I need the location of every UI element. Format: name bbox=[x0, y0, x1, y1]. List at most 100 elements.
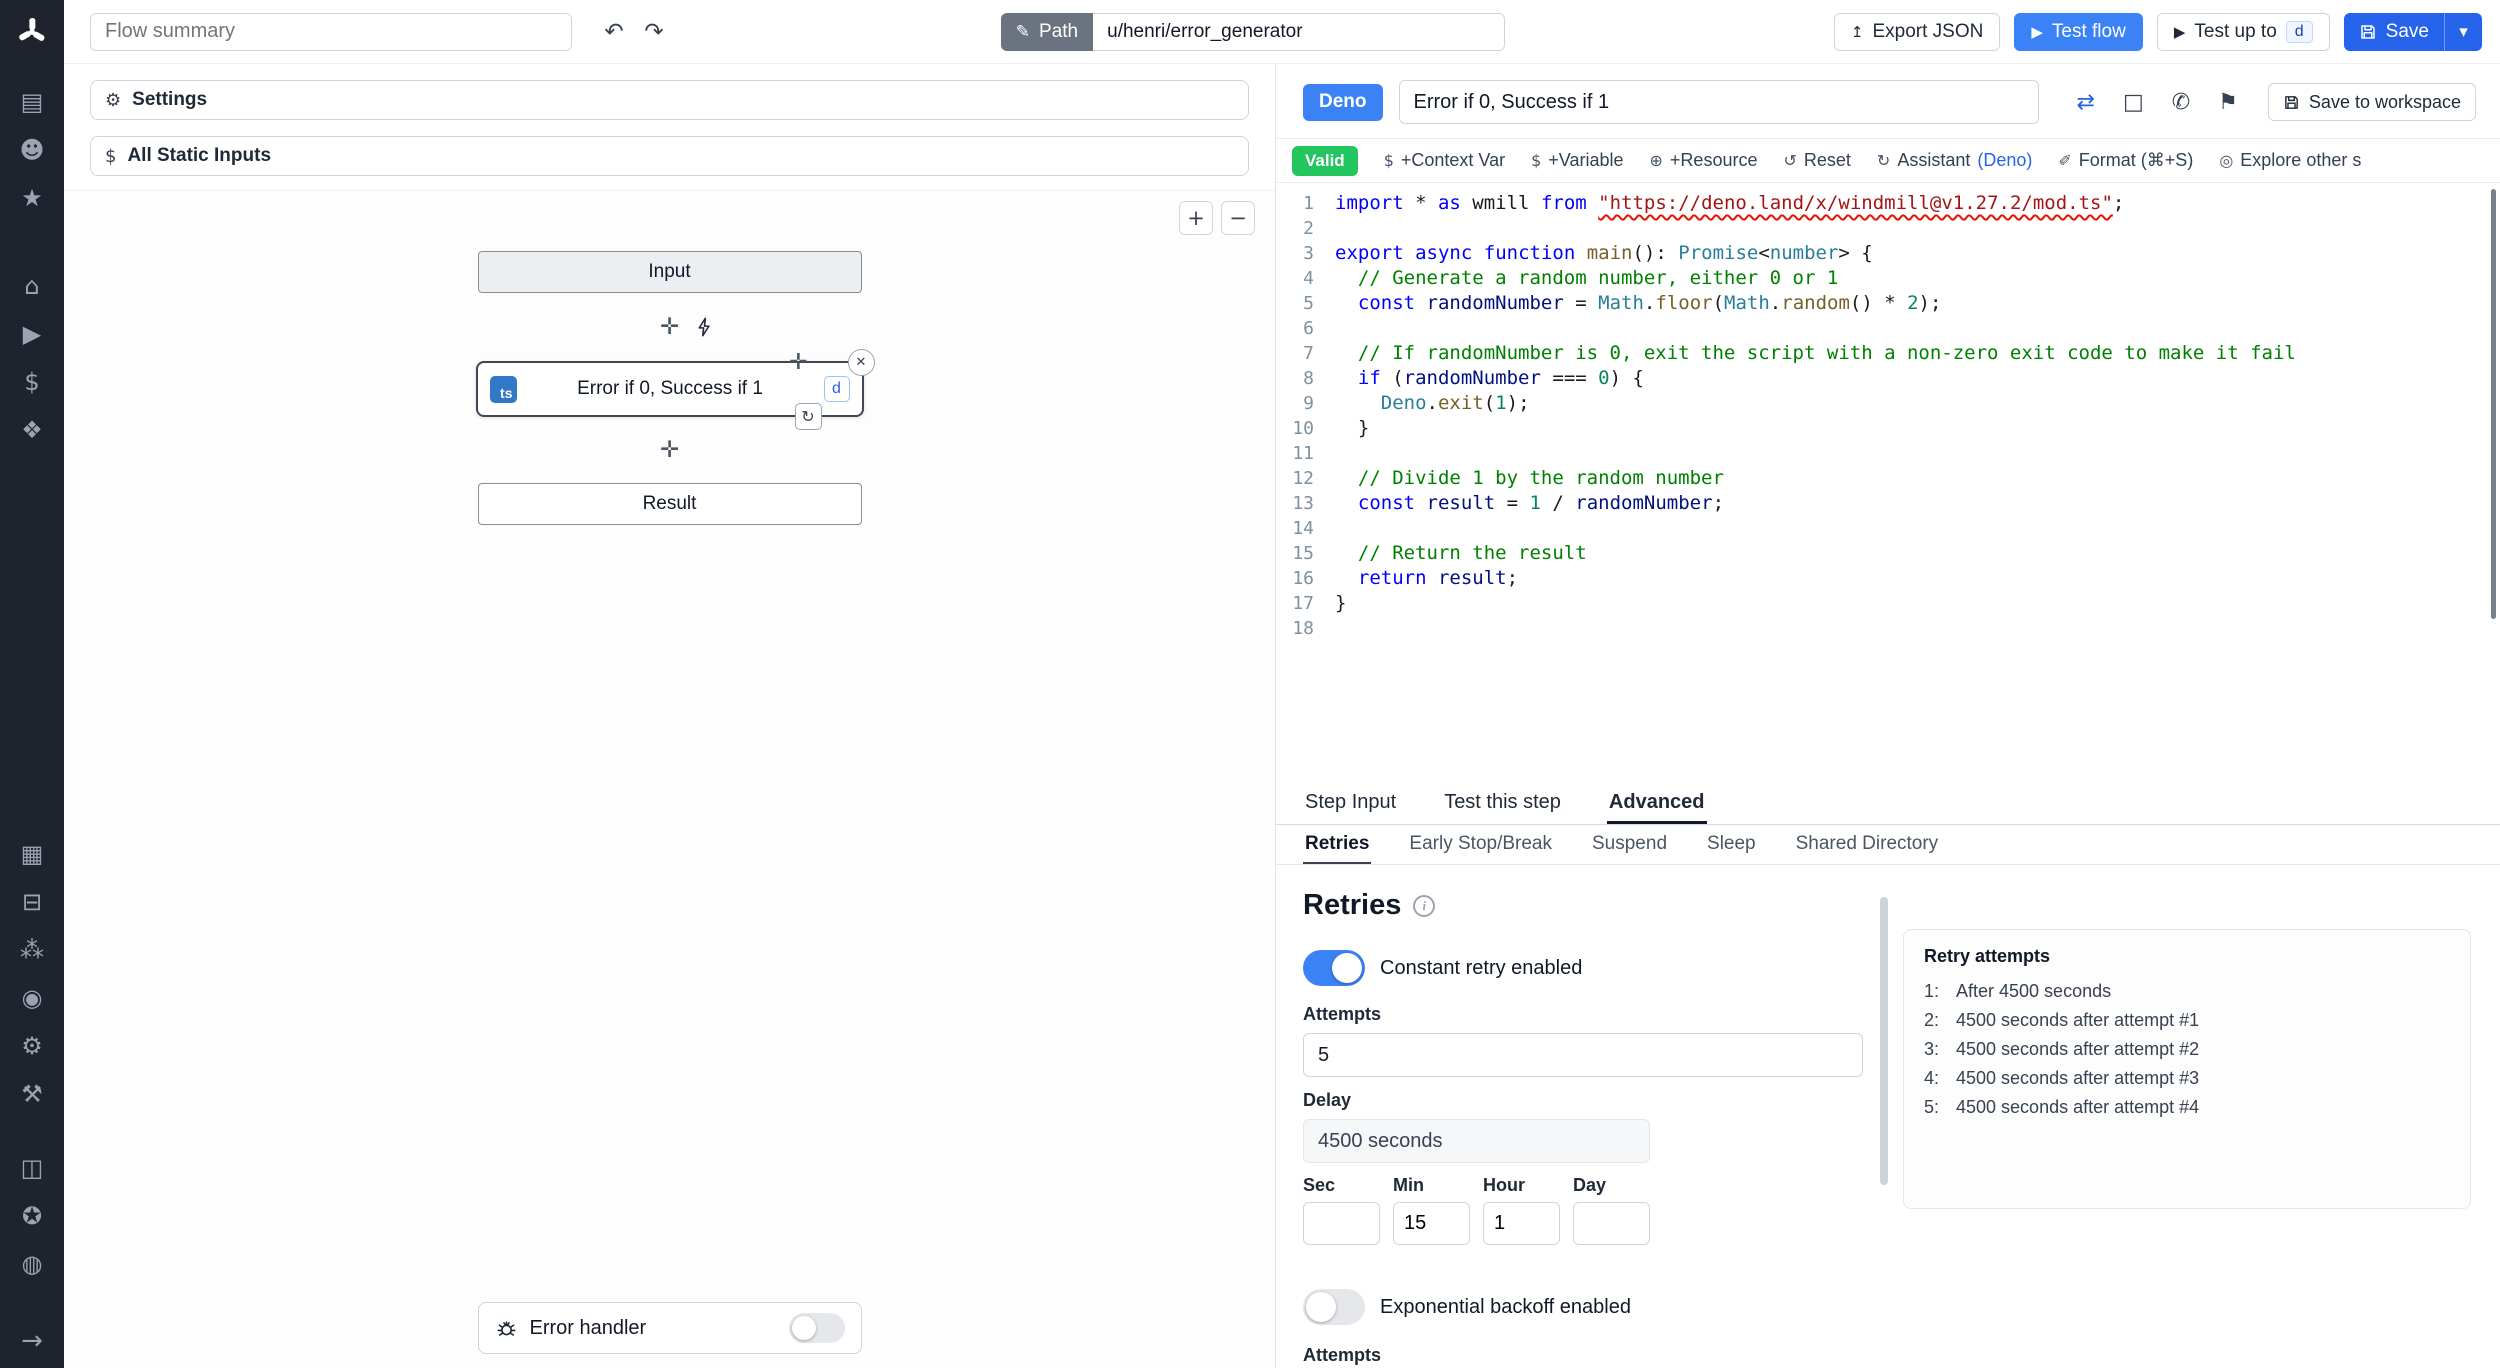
result-node[interactable]: Result bbox=[477, 483, 862, 525]
rp-tab-test-this-step[interactable]: Test this step bbox=[1442, 783, 1563, 824]
code-line-13[interactable]: 13 const result = 1 / randomNumber; bbox=[1276, 491, 2500, 516]
docs-icon[interactable]: ◫ bbox=[0, 1144, 64, 1192]
variables-icon[interactable]: $ bbox=[0, 358, 64, 406]
save-to-workspace-button[interactable]: Save to workspace bbox=[2267, 83, 2476, 121]
assistant-button[interactable]: ↻ Assistant (Deno) bbox=[1877, 150, 2032, 171]
delay-day-input[interactable] bbox=[1573, 1202, 1650, 1245]
delete-step-button[interactable]: ✕ bbox=[847, 349, 875, 376]
code-line-2[interactable]: 2 bbox=[1276, 216, 2500, 241]
code-editor[interactable]: 1 import * as wmill from "https://deno.la… bbox=[1276, 183, 2500, 783]
rp-subtab-suspend[interactable]: Suspend bbox=[1590, 825, 1669, 864]
phone-icon[interactable]: ✆ bbox=[2172, 90, 2190, 115]
line-number: 5 bbox=[1303, 293, 1314, 314]
add-variable-button[interactable]: $ +Variable bbox=[1531, 150, 1623, 171]
undo-button[interactable]: ↶ bbox=[596, 14, 632, 50]
step-node[interactable]: ts Error if 0, Success if 1 d ✛ ✕ ↻ bbox=[475, 349, 875, 430]
windmill-logo[interactable] bbox=[0, 0, 64, 64]
error-handler-toggle[interactable] bbox=[788, 1313, 845, 1343]
groups-icon[interactable]: ⁂ bbox=[0, 926, 64, 974]
rp-tab-step-input[interactable]: Step Input bbox=[1303, 783, 1398, 824]
code-line-7[interactable]: 7 // If randomNumber is 0, exit the scri… bbox=[1276, 341, 2500, 366]
favorites-icon[interactable]: ★ bbox=[0, 174, 64, 222]
code-line-6[interactable]: 6 bbox=[1276, 316, 2500, 341]
explore-scripts-button[interactable]: ◎ Explore other s bbox=[2219, 150, 2361, 171]
code-line-12[interactable]: 12 // Divide 1 by the random number bbox=[1276, 466, 2500, 491]
delay-input[interactable] bbox=[1303, 1119, 1650, 1163]
info-icon[interactable]: i bbox=[1413, 894, 1436, 917]
format-button[interactable]: ✐ Format (⌘+S) bbox=[2058, 150, 2193, 171]
exponential-backoff-toggle[interactable] bbox=[1303, 1289, 1365, 1325]
zoom-out-button[interactable]: − bbox=[1221, 201, 1255, 235]
constant-retry-toggle[interactable] bbox=[1303, 950, 1365, 986]
zoom-controls: + − bbox=[1179, 201, 1255, 235]
schedules-icon[interactable]: ▦ bbox=[0, 830, 64, 878]
code-line-8[interactable]: 8 if (randomNumber === 0) { bbox=[1276, 366, 2500, 391]
code-line-1[interactable]: 1 import * as wmill from "https://deno.la… bbox=[1276, 191, 2500, 216]
swap-icon[interactable]: ⇄ bbox=[2077, 90, 2095, 115]
static-inputs-row[interactable]: $ All Static Inputs bbox=[90, 136, 1249, 176]
zoom-in-button[interactable]: + bbox=[1179, 201, 1213, 235]
github-icon[interactable]: ◍ bbox=[0, 1240, 64, 1288]
save-dropdown-button[interactable]: ▾ bbox=[2443, 12, 2482, 51]
flow-summary-input[interactable] bbox=[90, 12, 572, 51]
line-number: 8 bbox=[1303, 368, 1314, 389]
rp-subtab-retries[interactable]: Retries bbox=[1303, 825, 1371, 864]
code-line-16[interactable]: 16 return result; bbox=[1276, 566, 2500, 591]
error-handler-row[interactable]: Error handler bbox=[477, 1302, 862, 1354]
user-icon[interactable]: ☻ bbox=[0, 126, 64, 174]
runs-icon[interactable]: ▤ bbox=[0, 78, 64, 126]
retries-scrollbar[interactable] bbox=[1880, 897, 1888, 1185]
save-button[interactable]: Save bbox=[2343, 12, 2444, 51]
insert-step-icon[interactable]: ✛ bbox=[789, 350, 807, 375]
code-line-4[interactable]: 4 // Generate a random number, either 0 … bbox=[1276, 266, 2500, 291]
settings-row[interactable]: ⚙ Settings bbox=[90, 80, 1249, 120]
code-line-5[interactable]: 5 const randomNumber = Math.floor(Math.r… bbox=[1276, 291, 2500, 316]
code-line-11[interactable]: 11 bbox=[1276, 441, 2500, 466]
reset-button[interactable]: ↺ Reset bbox=[1783, 150, 1850, 171]
rp-subtab-sleep[interactable]: Sleep bbox=[1705, 825, 1758, 864]
folders-icon[interactable]: ⊟ bbox=[0, 878, 64, 926]
test-up-to-button[interactable]: ▶ Test up to d bbox=[2156, 12, 2330, 51]
code-line-10[interactable]: 10 } bbox=[1276, 416, 2500, 441]
flag-icon[interactable]: ⚑ bbox=[2218, 90, 2238, 115]
code-line-9[interactable]: 9 Deno.exit(1); bbox=[1276, 391, 2500, 416]
add-context-var-button[interactable]: $ +Context Var bbox=[1384, 150, 1505, 171]
delay-hour-input[interactable] bbox=[1483, 1202, 1560, 1245]
flow-graph-panel: ⚙ Settings $ All Static Inputs + − Input bbox=[64, 64, 1276, 1368]
jobs-icon[interactable]: ▶ bbox=[0, 310, 64, 358]
settings-icon[interactable]: ⚙ bbox=[0, 1022, 64, 1070]
insert-step-icon[interactable]: ✛ bbox=[660, 437, 679, 463]
test-flow-button[interactable]: ▶ Test flow bbox=[2014, 12, 2143, 51]
path-input[interactable] bbox=[1093, 12, 1506, 51]
code-line-17[interactable]: 17} bbox=[1276, 591, 2500, 616]
windmill-logo-icon bbox=[19, 18, 45, 41]
step-name-input[interactable] bbox=[1398, 80, 2039, 124]
export-json-button[interactable]: ↥ Export JSON bbox=[1833, 12, 2001, 51]
attempts-input[interactable] bbox=[1303, 1033, 1863, 1077]
resources-icon[interactable]: ❖ bbox=[0, 406, 64, 454]
delay-min-input[interactable] bbox=[1393, 1202, 1470, 1245]
code-line-14[interactable]: 14 bbox=[1276, 516, 2500, 541]
code-line-15[interactable]: 15 // Return the result bbox=[1276, 541, 2500, 566]
insert-step-icon[interactable]: ✛ bbox=[660, 314, 679, 340]
editor-scrollbar[interactable] bbox=[2491, 189, 2496, 619]
window-icon[interactable]: □ bbox=[2123, 90, 2144, 115]
redo-button[interactable]: ↷ bbox=[636, 14, 672, 50]
home-icon[interactable]: ⌂ bbox=[0, 262, 64, 310]
discord-icon[interactable]: ✪ bbox=[0, 1192, 64, 1240]
path-badge[interactable]: ✎ Path bbox=[1000, 12, 1094, 51]
trigger-bolt-icon[interactable] bbox=[694, 317, 715, 338]
delay-sec-input[interactable] bbox=[1303, 1202, 1380, 1245]
rp-subtab-shared-directory[interactable]: Shared Directory bbox=[1794, 825, 1941, 864]
flow-canvas[interactable]: + − Input ✛ ts Error if 0, Success if 1 … bbox=[64, 190, 1275, 1368]
retry-attempt-row: 2: 4500 seconds after attempt #1 bbox=[1924, 1010, 2200, 1030]
code-line-3[interactable]: 3 export async function main(): Promise<n… bbox=[1276, 241, 2500, 266]
add-resource-button[interactable]: ⊕ +Resource bbox=[1650, 150, 1758, 171]
workers-icon[interactable]: ⚒ bbox=[0, 1070, 64, 1118]
code-line-18[interactable]: 18 bbox=[1276, 616, 2500, 641]
rp-subtab-early-stop-break[interactable]: Early Stop/Break bbox=[1407, 825, 1554, 864]
audit-logs-icon[interactable]: ◉ bbox=[0, 974, 64, 1022]
expand-sidebar-icon[interactable]: → bbox=[0, 1314, 64, 1368]
input-node[interactable]: Input bbox=[477, 251, 862, 293]
rp-tab-advanced[interactable]: Advanced bbox=[1607, 783, 1707, 824]
